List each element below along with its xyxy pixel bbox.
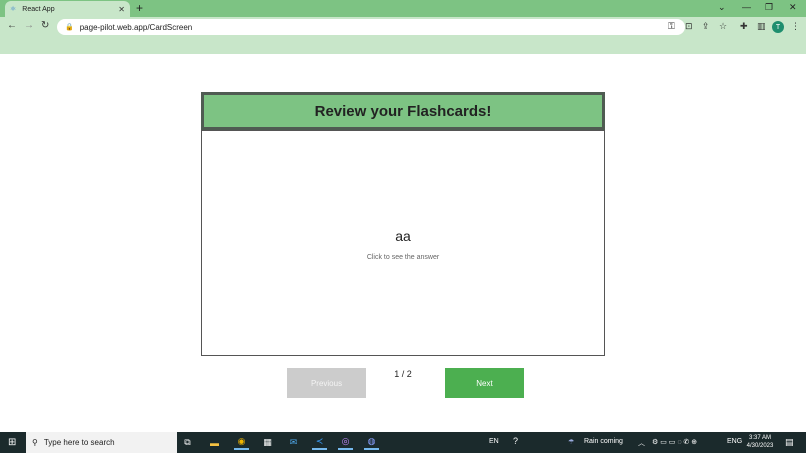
tab-title: React App <box>22 5 55 13</box>
help-icon[interactable]: ? <box>513 436 518 446</box>
sidebar-icon[interactable]: ▥ <box>757 21 766 32</box>
weather-icon[interactable]: ☂ <box>568 438 574 446</box>
card-hint: Click to see the answer <box>366 254 440 261</box>
search-placeholder: Type here to search <box>43 438 115 447</box>
extensions-icon[interactable]: ✚ <box>740 21 748 32</box>
card-counter: 1 / 2 <box>394 369 412 379</box>
clock-date: 4/30/2023 <box>746 443 774 449</box>
profile-avatar[interactable]: T <box>772 21 784 33</box>
browser-tab[interactable]: ⚛ React App ✕ <box>5 1 130 17</box>
github-icon[interactable]: ◎ <box>338 435 353 450</box>
page-title: Review your Flashcards! <box>314 102 492 120</box>
tray-icons[interactable]: ⚙ ▭ ▭ ◌ ✆ ⊕ <box>652 438 697 446</box>
language-indicator[interactable]: EN <box>489 438 499 445</box>
new-tab-button[interactable]: + <box>136 1 143 15</box>
file-explorer-icon[interactable]: ▬ <box>207 435 222 450</box>
chevron-down-icon[interactable]: ⌄ <box>718 2 726 13</box>
lock-icon: 🔒 <box>65 24 74 31</box>
key-icon[interactable]: ⚿ <box>668 21 675 32</box>
bookmarks-bar <box>0 37 806 54</box>
next-button[interactable]: Next <box>445 368 524 398</box>
install-icon[interactable]: ⊡ <box>685 21 693 32</box>
taskbar-clock[interactable]: 3:37 AM 4/30/2023 <box>740 434 780 450</box>
minimize-icon[interactable]: — <box>742 2 751 12</box>
close-window-icon[interactable]: ✕ <box>789 2 797 13</box>
weather-text[interactable]: Rain coming <box>584 438 623 445</box>
chrome-icon[interactable]: ◉ <box>234 435 249 450</box>
store-icon[interactable]: ▦ <box>260 435 275 450</box>
browser-toolbar: ← → ↻ 🔒 page-pilot.web.app/CardScreen ⚿ … <box>0 17 806 37</box>
windows-start-icon[interactable]: ⊞ <box>8 437 16 448</box>
search-icon: ⚲ <box>32 438 38 447</box>
clock-time: 3:37 AM <box>748 435 771 441</box>
back-icon[interactable]: ← <box>7 20 17 31</box>
mail-icon[interactable]: ✉ <box>286 435 301 450</box>
header-banner: Review your Flashcards! <box>201 92 605 130</box>
page-content: Review your Flashcards! aa Click to see … <box>0 54 806 432</box>
notification-icon[interactable]: ▤ <box>785 437 794 448</box>
taskbar-search[interactable]: ⚲ Type here to search <box>26 432 177 453</box>
reload-icon[interactable]: ↻ <box>41 20 49 31</box>
card-question: aa <box>395 228 411 244</box>
close-tab-icon[interactable]: ✕ <box>118 5 125 14</box>
task-view-icon[interactable]: ⧉ <box>180 435 195 450</box>
menu-icon[interactable]: ⋮ <box>791 21 800 32</box>
react-icon: ⚛ <box>10 6 17 13</box>
discord-icon[interactable]: ◍ <box>364 435 379 450</box>
star-icon[interactable]: ☆ <box>719 21 727 32</box>
url-text: page-pilot.web.app/CardScreen <box>79 22 193 32</box>
windows-taskbar: ⊞ ⚲ Type here to search ⧉ ▬ ◉ ▦ ✉ ≺ ◎ ◍ … <box>0 432 806 453</box>
browser-tab-bar: ⚛ React App ✕ + ⌄ — ❐ ✕ <box>0 0 806 17</box>
forward-icon[interactable]: → <box>24 20 34 31</box>
address-bar[interactable]: 🔒 page-pilot.web.app/CardScreen <box>57 19 685 35</box>
share-icon[interactable]: ⇪ <box>702 21 710 32</box>
flashcard[interactable]: aa Click to see the answer <box>201 130 605 356</box>
vscode-icon[interactable]: ≺ <box>312 435 327 450</box>
restore-icon[interactable]: ❐ <box>765 2 773 13</box>
previous-button[interactable]: Previous <box>287 368 366 398</box>
tray-chevron-icon[interactable]: ︿ <box>638 438 645 448</box>
